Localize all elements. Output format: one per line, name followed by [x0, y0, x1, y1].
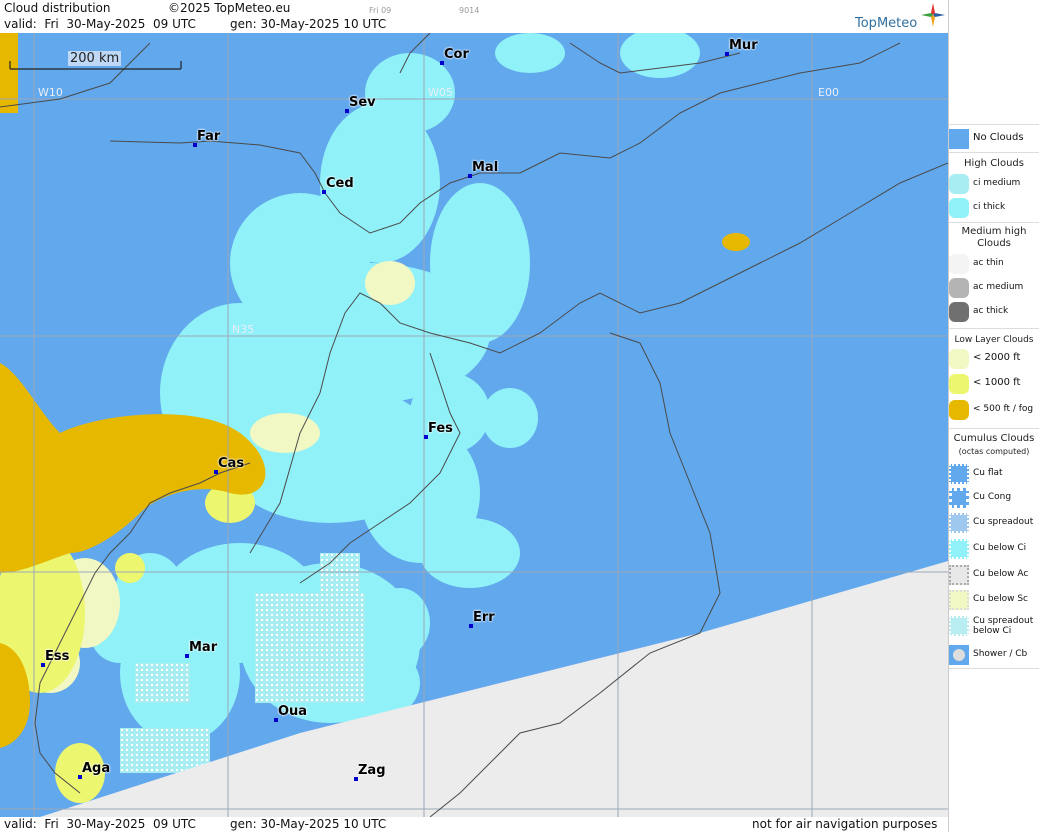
shower-icon [953, 649, 965, 661]
footer: valid: Fri 30-May-2025 09 UTC gen: 30-Ma… [0, 817, 948, 832]
city-label-oua[interactable]: Oua [278, 704, 307, 719]
legend-ac-medium: ac medium [949, 276, 1039, 300]
legend-label: < 2000 ft [973, 352, 1021, 363]
copyright: ©2025 TopMeteo.eu [168, 1, 291, 15]
small-code: 9014 [459, 6, 480, 15]
legend-label: Cu spreadout [973, 517, 1034, 527]
city-label-fes[interactable]: Fes [428, 421, 453, 436]
legend-section-low: Low Layer Clouds [954, 335, 1034, 345]
legend-low-2000: < 2000 ft [949, 347, 1039, 371]
legend-label: Cu below Sc [973, 594, 1028, 604]
ci-medium-swatch [949, 174, 969, 194]
city-label-aga[interactable]: Aga [82, 761, 110, 776]
shower-cb-swatch [949, 645, 969, 665]
legend-low-500: < 500 ft / fog [949, 398, 1039, 422]
footer-valid-time: valid: Fri 30-May-2025 09 UTC [4, 817, 196, 831]
legend-label: No Clouds [973, 132, 1024, 143]
city-label-mal[interactable]: Mal [472, 160, 498, 175]
cu-flat-swatch [949, 464, 969, 484]
low-1000-swatch [949, 374, 969, 394]
low-2000-swatch [949, 349, 969, 369]
legend-ac-thin: ac thin [949, 252, 1039, 276]
legend-label: Cu Cong [973, 492, 1012, 502]
brand-name: TopMeteo [855, 16, 918, 31]
city-label-ess[interactable]: Ess [45, 649, 69, 664]
legend-ci-thick: ci thick [949, 196, 1039, 220]
legend-label: ac thick [973, 306, 1009, 316]
header: Cloud distribution ©2025 TopMeteo.eu Fri… [0, 0, 948, 33]
city-label-cas[interactable]: Cas [218, 456, 244, 471]
legend-low-1000: < 1000 ft [949, 372, 1039, 396]
cu-spreadout-ci-swatch [949, 616, 969, 636]
city-label-err[interactable]: Err [473, 610, 495, 625]
legend-label: Cu below Ac [973, 569, 1029, 579]
legend-cu-below-ci: Cu below Ci [949, 537, 1039, 561]
legend-section-cumulus: Cumulus Clouds [953, 433, 1035, 444]
legend-cu-spreadout: Cu spreadout [949, 511, 1039, 535]
legend-label: ac medium [973, 282, 1024, 292]
grid-label-w10: W10 [38, 86, 63, 99]
legend-label: Cu flat [973, 468, 1003, 478]
map-title: Cloud distribution [4, 1, 111, 15]
cu-cong-swatch [949, 488, 969, 508]
footer-generated-time: gen: 30-May-2025 10 UTC [230, 817, 387, 831]
fog-swatch [949, 400, 969, 420]
city-label-mur[interactable]: Mur [729, 38, 758, 53]
legend-ac-thick: ac thick [949, 300, 1039, 324]
city-label-zag[interactable]: Zag [358, 763, 386, 778]
city-label-far[interactable]: Far [197, 129, 220, 144]
legend-panel: No Clouds High Clouds ci medium ci thick… [948, 0, 1039, 832]
scale-label: 200 km [68, 51, 122, 66]
ac-medium-swatch [949, 278, 969, 298]
cirrus-clouds [90, 33, 700, 743]
legend-section-cumulus-sub: (octas computed) [958, 447, 1030, 456]
legend-label: ci medium [973, 178, 1021, 188]
legend-section-high: High Clouds [964, 158, 1024, 169]
legend-label: < 500 ft / fog [973, 404, 1034, 414]
cu-below-sc-swatch [949, 590, 969, 610]
cu-below-ac-swatch [949, 565, 969, 585]
legend-label: Shower / Cb [973, 649, 1028, 659]
cu-spreadout-swatch [949, 513, 969, 533]
ac-thick-swatch [949, 302, 969, 322]
legend-cu-below-sc: Cu below Sc [949, 588, 1039, 612]
legend-cu-below-ac: Cu below Ac [949, 563, 1039, 587]
city-label-sev[interactable]: Sev [349, 95, 376, 110]
legend-label: ac thin [973, 258, 1004, 268]
city-label-mar[interactable]: Mar [189, 640, 217, 655]
grid-label-n35: N35 [232, 323, 255, 336]
legend-shower-cb: Shower / Cb [949, 643, 1039, 667]
cu-below-ci-swatch [949, 539, 969, 559]
legend-ci-medium: ci medium [949, 172, 1039, 196]
valid-time: valid: Fri 30-May-2025 09 UTC [4, 17, 196, 31]
legend-label: Cu spreadout below Ci [973, 616, 1034, 636]
legend-cu-flat: Cu flat [949, 462, 1039, 486]
map-canvas [0, 33, 948, 817]
legend-label: < 1000 ft [973, 377, 1021, 388]
ci-thick-swatch [949, 198, 969, 218]
legend-cu-spreadout-ci: Cu spreadout below Ci [949, 614, 1039, 642]
legend-section-medium: Medium high Clouds [961, 226, 1027, 249]
ac-thin-swatch [949, 254, 969, 274]
legend-no-clouds: No Clouds [949, 127, 1039, 151]
small-day: Fri 09 [369, 6, 392, 15]
legend-cu-cong: Cu Cong [949, 486, 1039, 510]
compass-star-icon [921, 3, 945, 27]
legend-label: ci thick [973, 202, 1006, 212]
cloud-map[interactable]: W10 W05 E00 N35 200 km Cor Mur Sev Far M… [0, 33, 948, 817]
grid-label-e00: E00 [818, 86, 839, 99]
city-label-cor[interactable]: Cor [444, 47, 469, 62]
city-label-ced[interactable]: Ced [326, 176, 354, 191]
no-clouds-swatch [949, 129, 969, 149]
legend-label: Cu below Ci [973, 543, 1027, 553]
disclaimer: not for air navigation purposes [752, 817, 938, 831]
grid-label-w05: W05 [428, 86, 453, 99]
generated-time: gen: 30-May-2025 10 UTC [230, 17, 387, 31]
